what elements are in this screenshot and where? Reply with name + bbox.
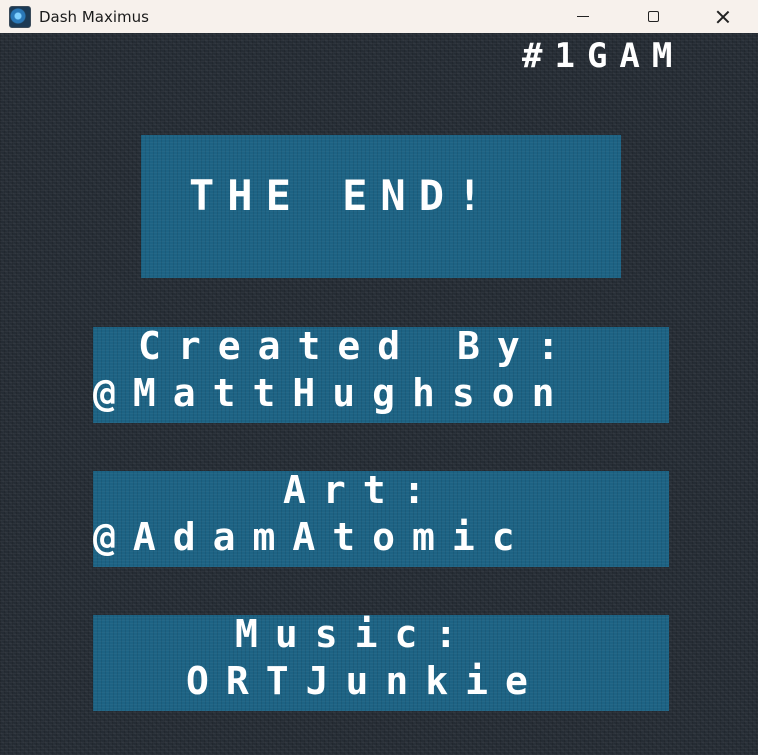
- game-app-icon: [9, 5, 31, 28]
- credit-panel-music: Music: ORTJunkie: [93, 615, 669, 711]
- credit-panel-creator: Created By: @MattHughson: [93, 327, 669, 423]
- credit-name: @AdamAtomic: [93, 515, 532, 559]
- credit-heading: Music:: [235, 612, 475, 656]
- close-icon: [716, 10, 730, 24]
- credit-heading: Created By:: [138, 324, 577, 368]
- window-controls: [548, 0, 758, 33]
- minimize-icon: [577, 16, 589, 17]
- maximize-icon: [647, 11, 659, 22]
- credit-panel-art: Art: @AdamAtomic: [93, 471, 669, 567]
- credit-name: ORTJunkie: [186, 659, 545, 703]
- game-canvas[interactable]: #1GAM THE END! Created By: @MattHughson …: [0, 33, 758, 755]
- end-title: THE END!: [189, 171, 496, 220]
- game-window: Dash Maximus #1GAM THE END! Created By: …: [0, 0, 758, 755]
- maximize-button[interactable]: [618, 0, 688, 33]
- title-bar[interactable]: Dash Maximus: [0, 0, 758, 33]
- credit-name: @MattHughson: [93, 371, 572, 415]
- credit-heading: Art:: [283, 468, 443, 512]
- jam-tag: #1GAM: [522, 36, 685, 76]
- end-title-panel: THE END!: [141, 135, 621, 278]
- close-button[interactable]: [688, 0, 758, 33]
- minimize-button[interactable]: [548, 0, 618, 33]
- window-title: Dash Maximus: [39, 7, 149, 26]
